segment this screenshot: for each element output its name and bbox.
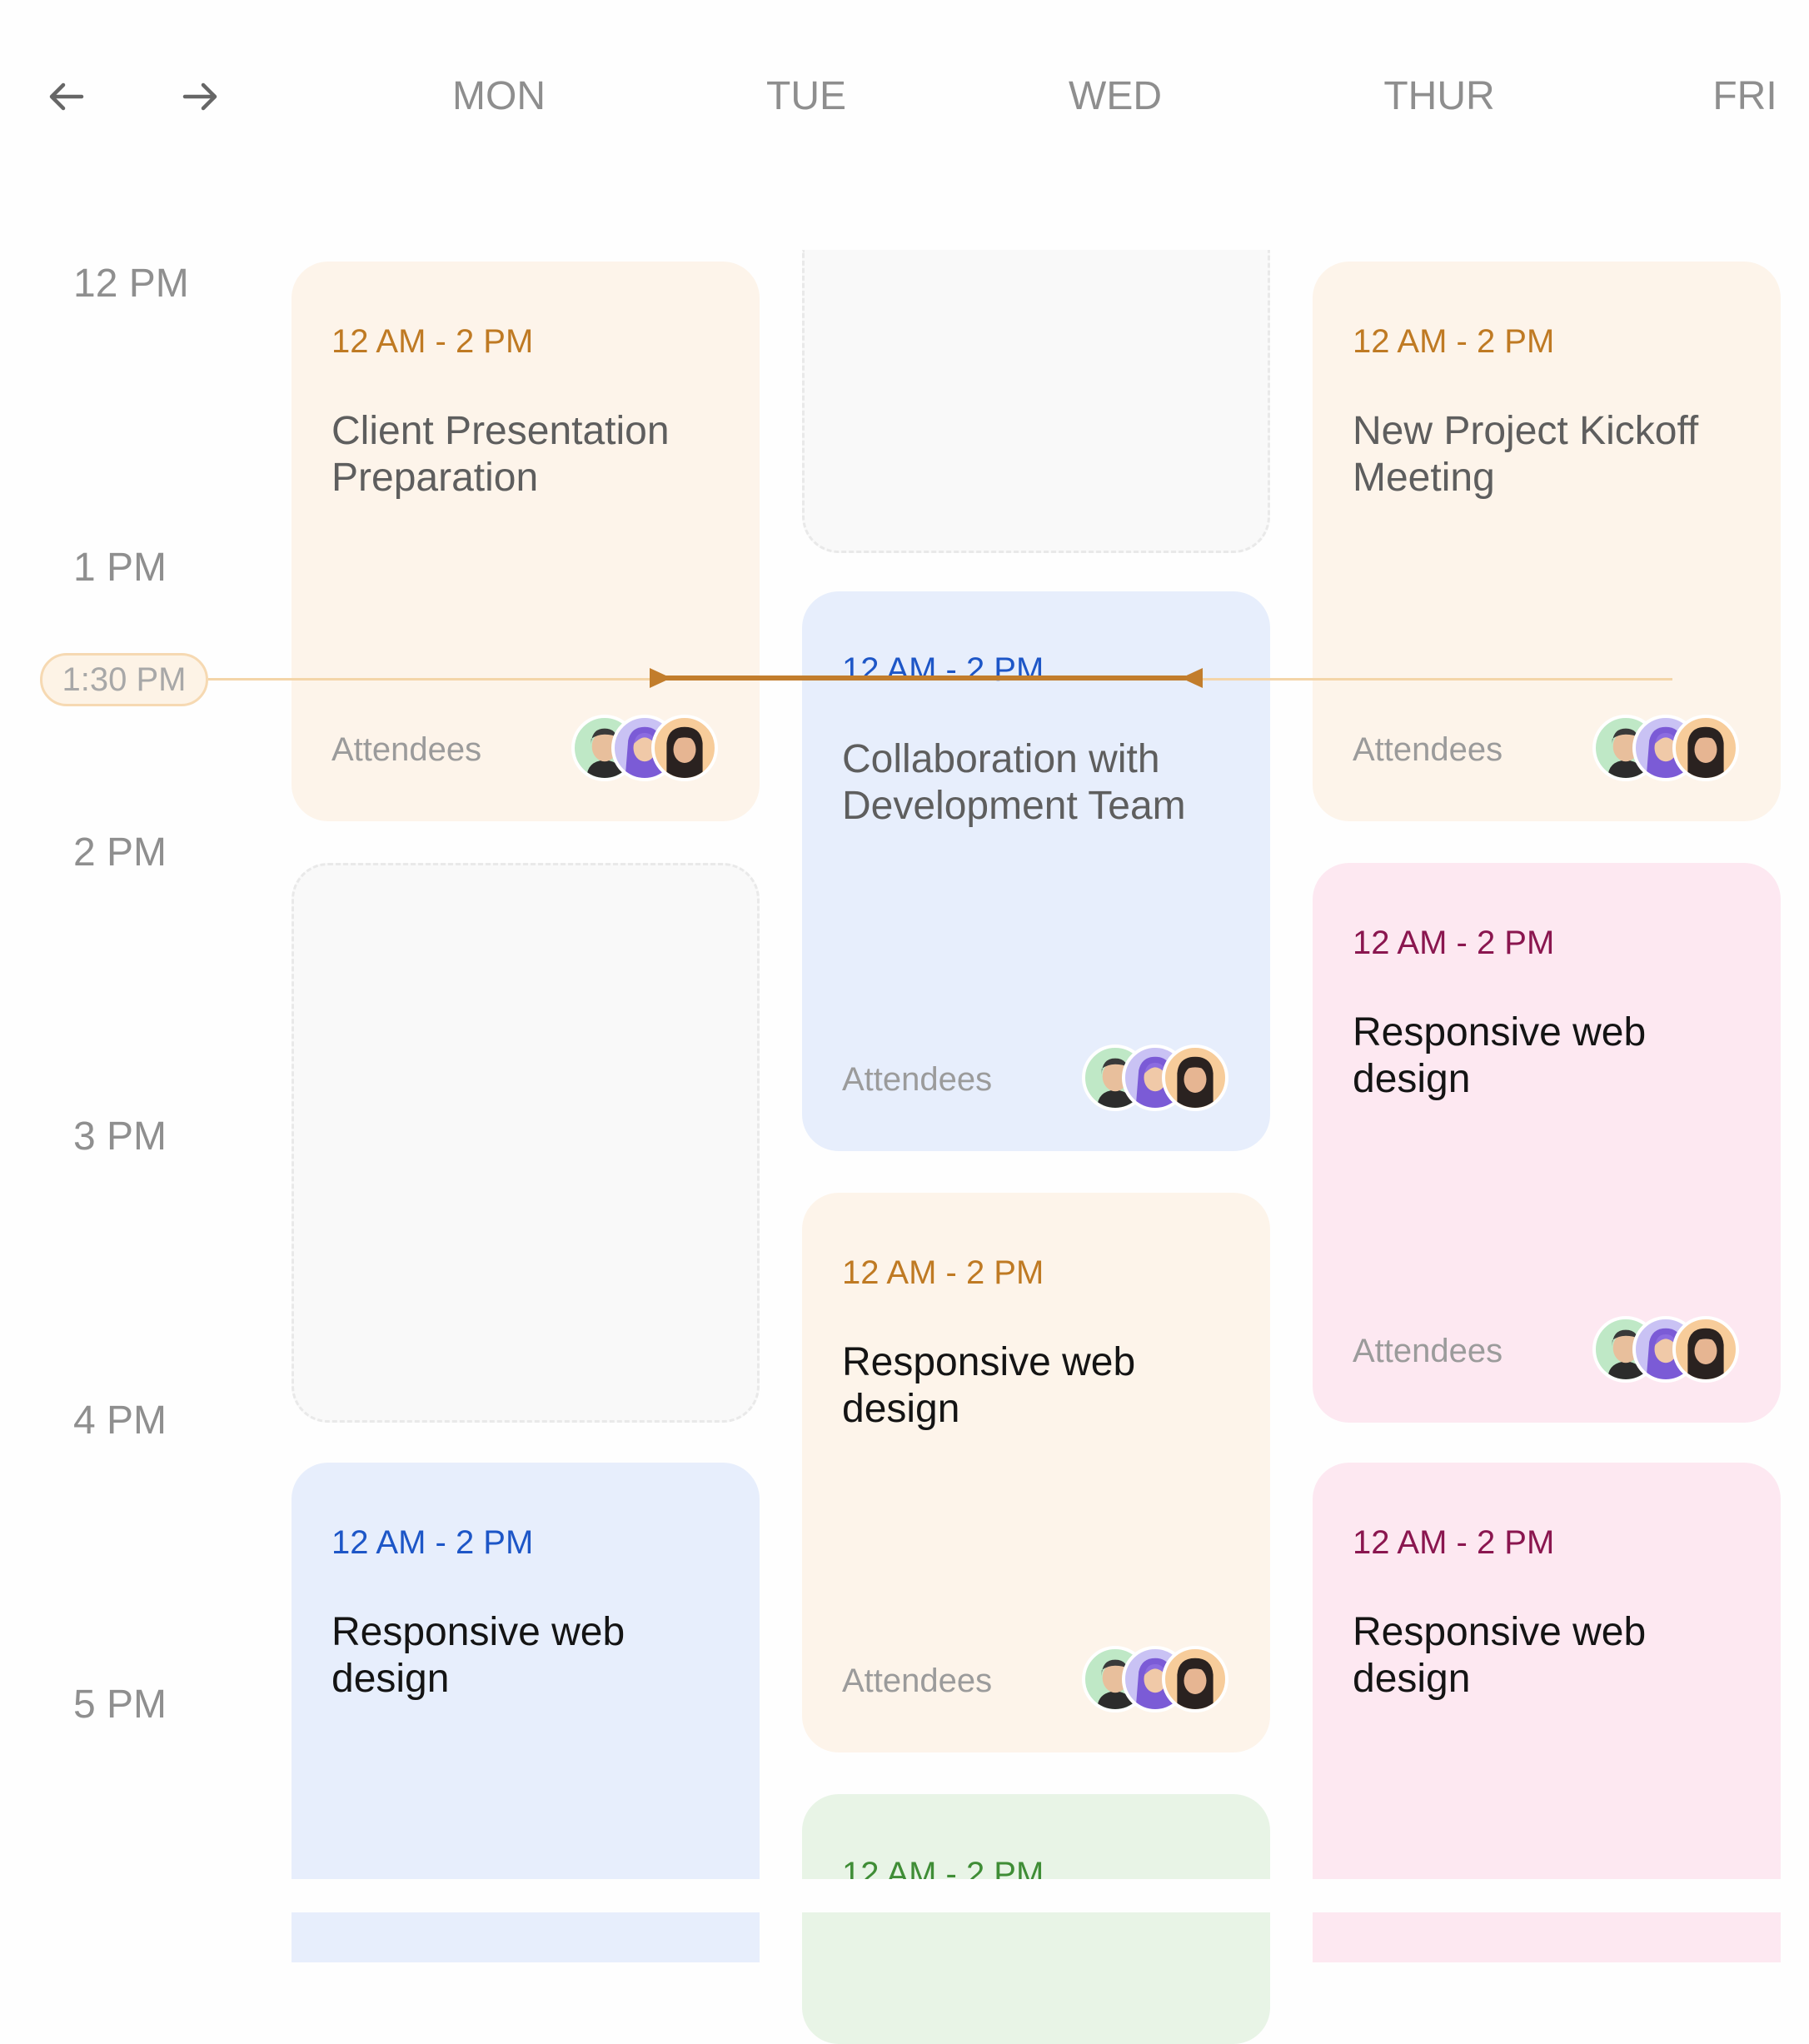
day-header-mon[interactable]: MON (452, 70, 546, 123)
memoji-avatar-icon (1687, 1328, 1724, 1379)
avatar[interactable] (1672, 715, 1739, 781)
hour-label-4pm: 4 PM (73, 1398, 167, 1443)
event-time: 12 AM - 2 PM (331, 1524, 534, 1561)
event-time: 12 AM - 2 PM (1353, 323, 1555, 360)
drag-selection-line[interactable] (653, 676, 1186, 681)
event-card-partial[interactable]: 12 AM - 2 PM (802, 1794, 1270, 2044)
attendees-label: Attendees (331, 731, 482, 768)
memoji-avatar-icon (1687, 726, 1724, 778)
event-card-responsive-web-design[interactable]: 12 AM - 2 PM Responsive web design Atten… (802, 1193, 1270, 1752)
event-time: 12 AM - 2 PM (842, 651, 1044, 688)
day-header-fri[interactable]: FRI (1712, 70, 1777, 123)
memoji-avatar-icon (1177, 1658, 1213, 1709)
day-header-wed[interactable]: WED (1069, 70, 1162, 123)
event-title: Responsive web design (1353, 1610, 1647, 1701)
hour-label-1pm: 1 PM (73, 546, 167, 590)
hour-label-3pm: 3 PM (73, 1114, 167, 1159)
hour-label-5pm: 5 PM (73, 1683, 167, 1727)
avatar[interactable] (651, 715, 718, 781)
event-time: 12 AM - 2 PM (1353, 1524, 1555, 1561)
event-title: Responsive web design (331, 1610, 625, 1701)
event-time: 12 AM - 2 PM (331, 323, 534, 360)
hour-label-2pm: 2 PM (73, 830, 167, 875)
avatar[interactable] (1672, 1316, 1739, 1383)
memoji-avatar-icon (666, 726, 703, 778)
attendees-label: Attendees (842, 1061, 993, 1098)
event-card-project-kickoff[interactable]: 12 AM - 2 PM New Project Kickoff Meeting… (1313, 262, 1781, 821)
next-week-button[interactable] (173, 70, 227, 123)
attendee-avatars[interactable] (1592, 715, 1739, 781)
drag-handle-right-arrow-icon[interactable] (648, 666, 673, 690)
attendee-avatars[interactable] (1082, 1646, 1228, 1712)
avatar[interactable] (1162, 1646, 1228, 1712)
drag-handle-left-arrow-icon[interactable] (1179, 666, 1204, 690)
attendee-avatars[interactable] (571, 715, 718, 781)
hour-label-12pm: 12 PM (73, 262, 189, 306)
event-time: 12 AM - 2 PM (1353, 925, 1555, 961)
memoji-avatar-icon (1177, 1056, 1213, 1108)
prev-week-button[interactable] (40, 70, 93, 123)
day-header-tue[interactable]: TUE (766, 70, 846, 123)
event-title: Responsive web design (1353, 1010, 1647, 1101)
attendees-label: Attendees (1353, 1333, 1503, 1369)
current-time-badge: 1:30 PM (40, 653, 208, 706)
event-card-client-presentation[interactable]: 12 AM - 2 PM Client Presentation Prepara… (292, 262, 760, 821)
day-header-thur[interactable]: THUR (1383, 70, 1494, 123)
attendees-label: Attendees (842, 1663, 993, 1699)
empty-slot[interactable] (292, 863, 760, 1423)
attendees-label: Attendees (1353, 731, 1503, 768)
arrow-right-icon (182, 82, 217, 111)
event-title: Collaboration with Development Team (842, 737, 1186, 828)
event-title: New Project Kickoff Meeting (1353, 409, 1699, 500)
avatar[interactable] (1162, 1044, 1228, 1111)
arrow-left-icon (49, 82, 84, 111)
event-title: Client Presentation Preparation (331, 409, 670, 500)
bottom-crop (0, 1879, 1809, 1912)
event-card-responsive-web-design[interactable]: 12 AM - 2 PM Responsive web design Atten… (1313, 863, 1781, 1423)
event-title: Responsive web design (842, 1340, 1136, 1431)
attendee-avatars[interactable] (1082, 1044, 1228, 1111)
attendee-avatars[interactable] (1592, 1316, 1739, 1383)
event-time: 12 AM - 2 PM (842, 1254, 1044, 1291)
empty-slot[interactable] (802, 250, 1270, 553)
